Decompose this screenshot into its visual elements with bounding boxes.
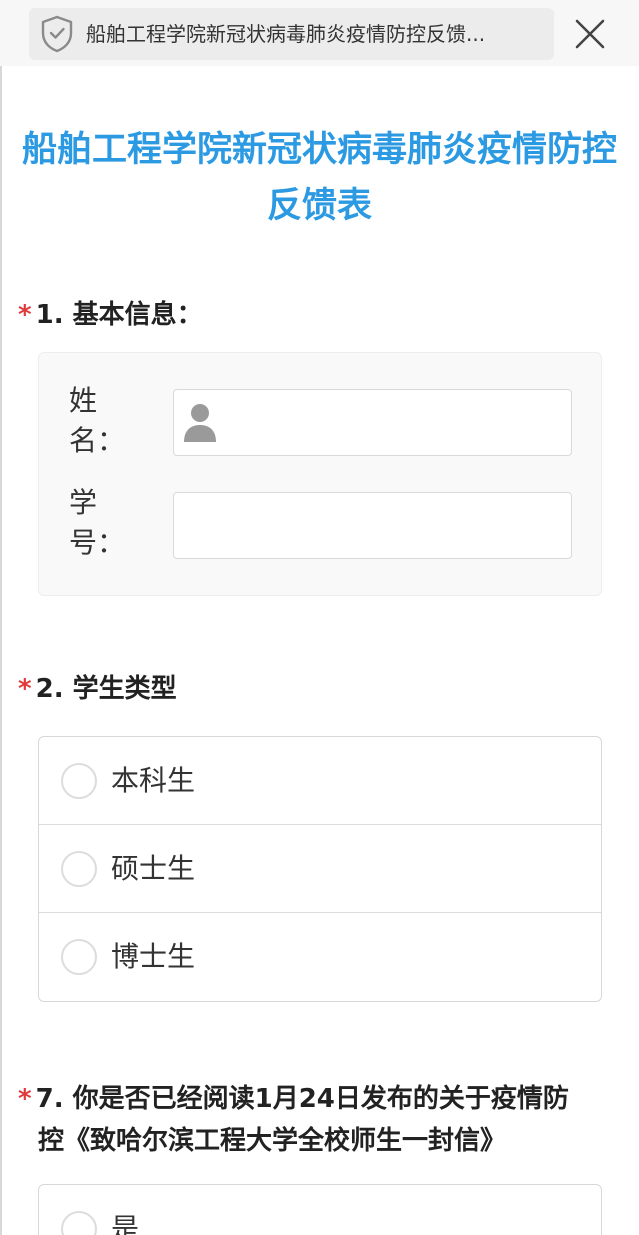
question-1-title: * 1. 基本信息：	[18, 294, 203, 336]
option-label: 硕士生	[111, 852, 196, 885]
question-2-label: 2. 学生类型	[35, 674, 177, 704]
option-doctoral[interactable]: 博士生	[39, 913, 601, 1001]
student-id-label-line1: 学	[69, 486, 98, 519]
person-icon	[184, 404, 216, 442]
option-yes[interactable]: 是	[39, 1185, 601, 1235]
option-label: 博士生	[111, 940, 196, 973]
browser-top-bar: 船舶工程学院新冠状病毒肺炎疫情防控反馈...	[0, 0, 639, 66]
name-label-line2: 名：	[69, 424, 126, 457]
question-1-label: 1. 基本信息：	[35, 300, 203, 330]
question-2-title: * 2. 学生类型	[18, 668, 177, 710]
required-mark: *	[18, 1084, 32, 1114]
required-mark: *	[18, 674, 32, 704]
option-master[interactable]: 硕士生	[39, 825, 601, 913]
radio-button[interactable]	[61, 851, 97, 887]
student-id-label: 学 号：	[69, 483, 126, 563]
student-type-options: 本科生 硕士生 博士生	[38, 736, 602, 1002]
radio-button[interactable]	[61, 763, 97, 799]
close-icon[interactable]	[568, 12, 612, 56]
question-7-title: * 7. 你是否已经阅读1月24日发布的关于疫情防 控《致哈尔滨工程大学全校师生一…	[18, 1078, 628, 1162]
form-title-line1: 船舶工程学院新冠状病毒肺炎疫情防控	[21, 130, 617, 170]
form-title: 船舶工程学院新冠状病毒肺炎疫情防控 反馈表	[0, 122, 639, 234]
radio-button[interactable]	[61, 1211, 97, 1235]
question-7-label-line1: 7. 你是否已经阅读1月24日发布的关于疫情防	[35, 1084, 569, 1114]
option-undergraduate[interactable]: 本科生	[39, 737, 601, 825]
name-label-line1: 姓	[69, 384, 98, 417]
option-label: 本科生	[111, 764, 196, 797]
student-id-label-line2: 号：	[69, 526, 126, 559]
student-id-field[interactable]	[173, 492, 572, 559]
read-letter-options: 是	[38, 1184, 602, 1235]
basic-info-box: 姓 名： 学 号：	[38, 352, 602, 596]
option-label: 是	[111, 1212, 140, 1235]
form-title-line2: 反馈表	[266, 186, 372, 226]
name-label: 姓 名：	[69, 381, 126, 461]
name-field[interactable]	[173, 389, 572, 456]
radio-button[interactable]	[61, 939, 97, 975]
required-mark: *	[18, 300, 32, 330]
question-7-label-line2: 控《致哈尔滨工程大学全校师生一封信》	[38, 1126, 507, 1156]
page-title-in-address-bar[interactable]: 船舶工程学院新冠状病毒肺炎疫情防控反馈...	[86, 20, 546, 48]
shield-icon	[41, 15, 73, 53]
